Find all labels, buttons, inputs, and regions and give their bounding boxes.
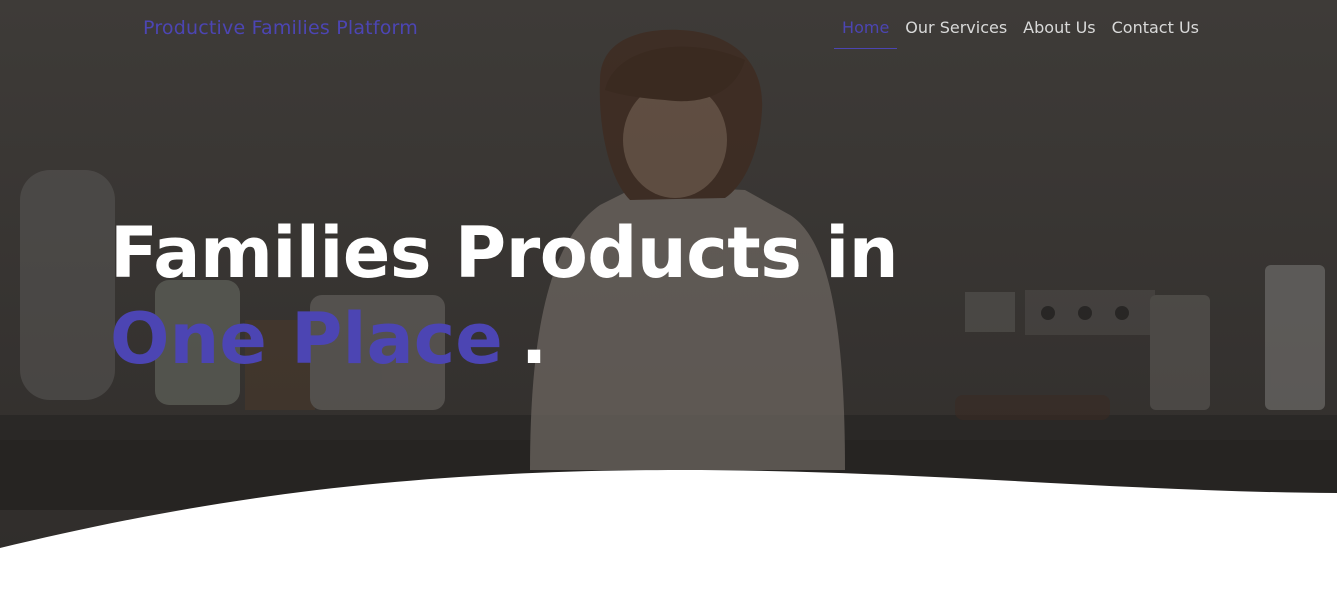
- hero-headline-highlight: One Place: [110, 298, 503, 380]
- hero-section: Productive Families Platform Home Our Se…: [0, 0, 1337, 600]
- hero-headline-line2: One Place.: [110, 296, 898, 382]
- hero-headline: Families Products in One Place.: [110, 210, 899, 382]
- hero-headline-line1: Families Products in: [110, 212, 899, 294]
- nav-item-home[interactable]: Home: [834, 17, 898, 49]
- nav-item-our-services[interactable]: Our Services: [897, 17, 1015, 49]
- main-nav: Home Our Services About Us Contact Us: [834, 17, 1207, 49]
- top-navbar: Productive Families Platform Home Our Se…: [0, 0, 1337, 60]
- nav-item-contact-us[interactable]: Contact Us: [1104, 17, 1207, 49]
- hero-headline-dot: .: [520, 298, 548, 380]
- nav-item-about-us[interactable]: About Us: [1015, 17, 1103, 49]
- brand-logo-text[interactable]: Productive Families Platform: [143, 17, 418, 39]
